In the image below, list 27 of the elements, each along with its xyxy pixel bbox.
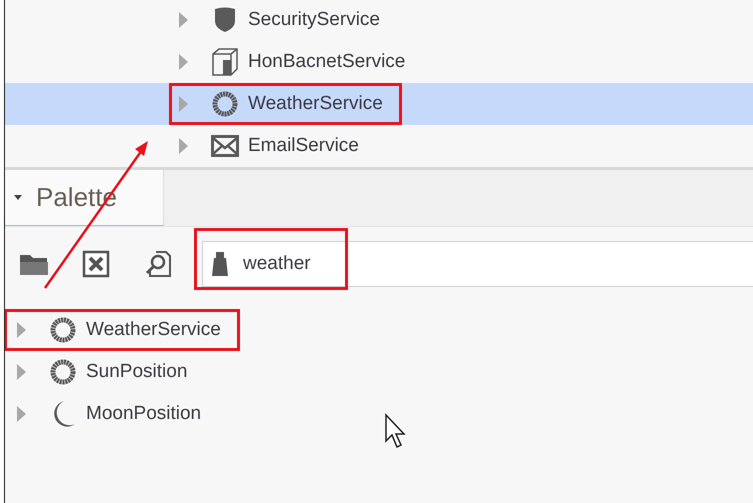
tree-item[interactable]: WeatherService xyxy=(4,309,240,351)
expand-arrow-icon[interactable] xyxy=(179,138,188,154)
expand-arrow-icon[interactable] xyxy=(17,406,26,422)
folder-icon[interactable] xyxy=(19,252,49,276)
expand-arrow-icon[interactable] xyxy=(17,364,26,380)
cube-icon xyxy=(211,48,239,76)
tree-item[interactable]: WeatherService xyxy=(169,83,402,125)
expand-arrow-icon[interactable] xyxy=(179,12,188,28)
tree-item[interactable]: SunPosition xyxy=(4,351,206,393)
search-icon[interactable] xyxy=(144,250,172,278)
sun-icon xyxy=(50,359,76,385)
mouse-pointer-icon xyxy=(385,413,406,448)
tree-item[interactable]: SecurityService xyxy=(169,0,399,41)
sun-icon xyxy=(50,317,76,343)
expand-arrow-icon[interactable] xyxy=(179,54,188,70)
sun-icon xyxy=(212,91,238,117)
shield-icon xyxy=(213,7,237,33)
envelope-icon xyxy=(211,135,239,157)
caret-icon[interactable] xyxy=(14,195,22,200)
tree-item[interactable]: HonBacnetService xyxy=(169,41,424,83)
expand-arrow-icon[interactable] xyxy=(17,322,26,338)
tree-item[interactable]: MoonPosition xyxy=(4,393,220,435)
close-icon[interactable] xyxy=(82,250,110,278)
tree-item[interactable]: EmailService xyxy=(169,125,378,167)
expand-arrow-icon[interactable] xyxy=(179,96,188,112)
search-field[interactable]: weather xyxy=(202,241,753,287)
weight-icon xyxy=(211,251,229,277)
